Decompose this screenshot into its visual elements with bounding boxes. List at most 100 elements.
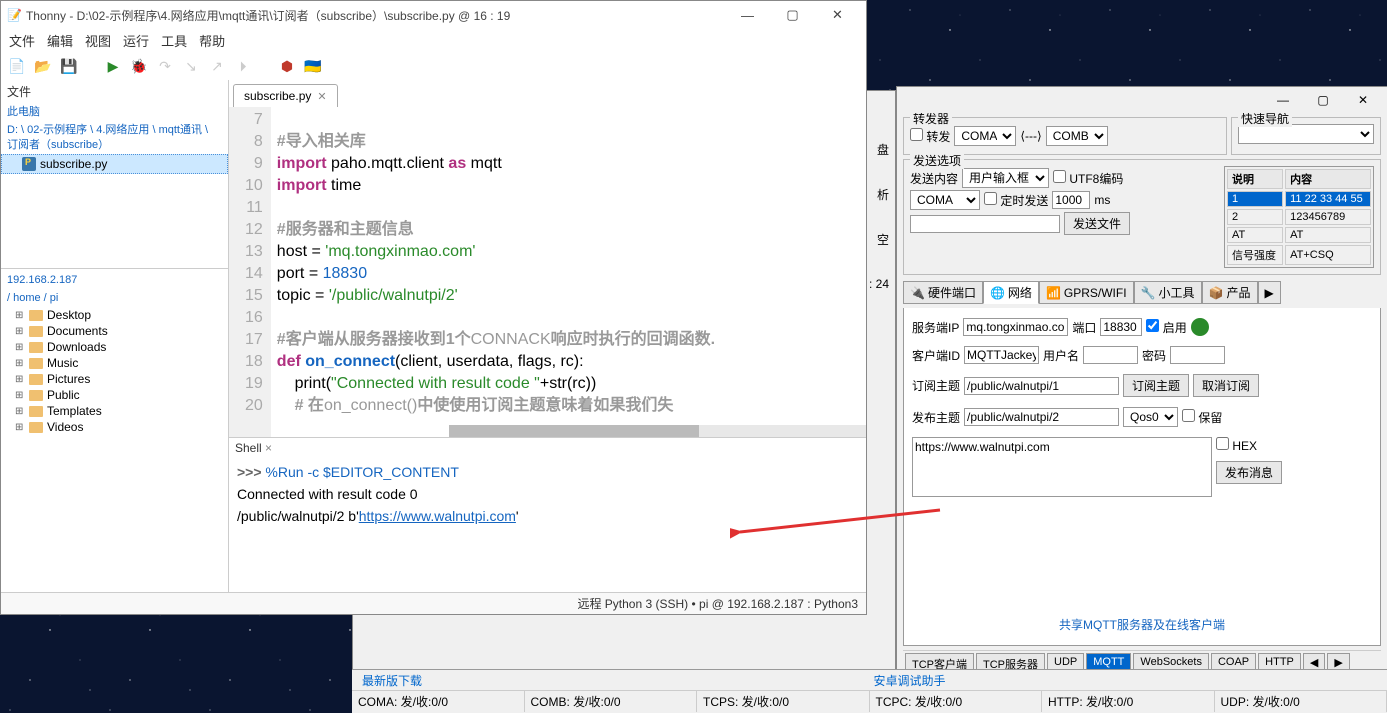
client-id-label: 客户端ID — [912, 347, 960, 364]
unsubscribe-button[interactable]: 取消订阅 — [1193, 374, 1259, 397]
tab-product[interactable]: 📦产品 — [1202, 281, 1258, 304]
hex-checkbox[interactable]: HEX — [1216, 437, 1282, 453]
utf8-checkbox[interactable]: UTF8编码 — [1053, 170, 1123, 187]
sub-topic-label: 订阅主题 — [912, 377, 960, 394]
message-textarea[interactable] — [912, 437, 1212, 497]
step-over-icon[interactable]: ↷ — [155, 56, 175, 76]
remote-path[interactable]: / home / pi — [1, 289, 228, 307]
shell-output[interactable]: >>> %Run -c $EDITOR_CONTENT Connected wi… — [229, 458, 866, 592]
expander-icon[interactable]: ⊞ — [15, 342, 25, 353]
tab-gprs[interactable]: 📶GPRS/WIFI — [1039, 281, 1134, 304]
new-file-icon[interactable]: 📄 — [7, 56, 27, 76]
tab-close-icon[interactable]: ✕ — [317, 90, 326, 103]
send-file-button[interactable]: 发送文件 — [1064, 212, 1130, 235]
run-icon[interactable]: ▶ — [103, 56, 123, 76]
port-label: 端口 — [1072, 319, 1096, 336]
forward-coma-select[interactable]: COMA — [954, 126, 1016, 146]
step-into-icon[interactable]: ↘ — [181, 56, 201, 76]
username-input[interactable] — [1083, 346, 1138, 364]
status-text[interactable]: 远程 Python 3 (SSH) • pi @ 192.168.2.187 :… — [577, 595, 858, 612]
expander-icon[interactable]: ⊞ — [15, 310, 25, 321]
menu-help[interactable]: 帮助 — [199, 31, 225, 50]
partial-btn-analyze[interactable]: 析 — [877, 186, 889, 203]
partial-btn-empty[interactable]: 空 — [877, 231, 889, 248]
step-out-icon[interactable]: ↗ — [207, 56, 227, 76]
expander-icon[interactable]: ⊞ — [15, 422, 25, 433]
interval-input[interactable] — [1052, 191, 1090, 209]
forward-comb-select[interactable]: COMB — [1046, 126, 1108, 146]
remote-folder-item[interactable]: ⊞Documents — [1, 323, 228, 339]
forward-checkbox[interactable]: 转发 — [910, 128, 950, 145]
expander-icon[interactable]: ⊞ — [15, 358, 25, 369]
menu-run[interactable]: 运行 — [123, 31, 149, 50]
expander-icon[interactable]: ⊞ — [15, 390, 25, 401]
tab-scroll-right[interactable]: ▶ — [1258, 281, 1281, 304]
sub-topic-input[interactable] — [964, 377, 1119, 395]
remote-folder-item[interactable]: ⊞Public — [1, 387, 228, 403]
local-root[interactable]: 此电脑 — [1, 103, 228, 121]
local-path[interactable]: D: \ 02-示例程序 \ 4.网络应用 \ mqtt通讯 \ 订阅者（sub… — [1, 121, 228, 154]
table-row[interactable]: 111 22 33 44 55 — [1227, 191, 1371, 207]
filepath-input[interactable] — [910, 215, 1060, 233]
qos-select[interactable]: Qos0 — [1123, 407, 1178, 427]
tab-hardware[interactable]: 🔌硬件端口 — [903, 281, 983, 304]
send-com-select[interactable]: COMA — [910, 190, 980, 210]
remote-folder-item[interactable]: ⊞Downloads — [1, 339, 228, 355]
remote-folder-item[interactable]: ⊞Desktop — [1, 307, 228, 323]
remote-folder-item[interactable]: ⊞Templates — [1, 403, 228, 419]
debug-icon[interactable]: 🐞 — [129, 56, 149, 76]
rtool-close-button[interactable]: ✕ — [1343, 88, 1383, 112]
table-row[interactable]: ATAT — [1227, 227, 1371, 243]
client-id-input[interactable] — [964, 346, 1039, 364]
preset-table[interactable]: 说明内容 111 22 33 44 55 2123456789 ATAT 信号强… — [1224, 166, 1374, 268]
subscribe-button[interactable]: 订阅主题 — [1123, 374, 1189, 397]
ms-label: ms — [1094, 193, 1110, 207]
android-debug-link[interactable]: 安卓调试助手 — [874, 672, 946, 689]
pub-topic-input[interactable] — [964, 408, 1119, 426]
minimize-button[interactable]: — — [725, 1, 770, 29]
publish-button[interactable]: 发布消息 — [1216, 461, 1282, 484]
save-icon[interactable]: 💾 — [59, 56, 79, 76]
open-icon[interactable]: 📂 — [33, 56, 53, 76]
maximize-button[interactable]: ▢ — [770, 1, 815, 29]
quicknav-select[interactable] — [1238, 124, 1374, 144]
tab-tools[interactable]: 🔧小工具 — [1134, 281, 1202, 304]
remote-folder-item[interactable]: ⊞Pictures — [1, 371, 228, 387]
resume-icon[interactable]: ⏵ — [233, 56, 253, 76]
code-editor[interactable]: 7891011121314151617181920 #导入相关库 import … — [229, 107, 866, 437]
flag-icon[interactable]: 🇺🇦 — [303, 56, 323, 76]
horizontal-scrollbar[interactable] — [449, 425, 866, 437]
tab-network[interactable]: 🌐网络 — [983, 281, 1039, 304]
table-row[interactable]: 2123456789 — [1227, 209, 1371, 225]
local-file-item[interactable]: subscribe.py — [1, 154, 228, 174]
remote-folder-item[interactable]: ⊞Music — [1, 355, 228, 371]
close-button[interactable]: ✕ — [815, 1, 860, 29]
timed-send-checkbox[interactable]: 定时发送 — [984, 192, 1048, 209]
mqtt-tool-window: — ▢ ✕ 转发器 转发 COMA ⟨---⟩ COMB 快速导航 发送选项 — [896, 86, 1387, 682]
menu-file[interactable]: 文件 — [9, 31, 35, 50]
stop-icon[interactable]: ⬢ — [277, 56, 297, 76]
expander-icon[interactable]: ⊞ — [15, 326, 25, 337]
menu-view[interactable]: 视图 — [85, 31, 111, 50]
send-content-select[interactable]: 用户输入框 — [962, 168, 1049, 188]
partial-btn-disk[interactable]: 盘 — [877, 141, 889, 158]
table-row[interactable]: 信号强度AT+CSQ — [1227, 245, 1371, 265]
remote-host[interactable]: 192.168.2.187 — [1, 269, 228, 289]
shell-url-link[interactable]: https://www.walnutpi.com — [359, 508, 516, 524]
expander-icon[interactable]: ⊞ — [15, 374, 25, 385]
remote-folder-item[interactable]: ⊞Videos — [1, 419, 228, 435]
menu-edit[interactable]: 编辑 — [47, 31, 73, 50]
rtool-minimize-button[interactable]: — — [1263, 88, 1303, 112]
enable-checkbox[interactable]: 启用 — [1146, 319, 1186, 336]
password-input[interactable] — [1170, 346, 1225, 364]
download-link[interactable]: 最新版下载 — [352, 672, 432, 689]
port-input[interactable] — [1100, 318, 1142, 336]
rtool-maximize-button[interactable]: ▢ — [1303, 88, 1343, 112]
code-text[interactable]: #导入相关库 import paho.mqtt.client as mqtt i… — [271, 107, 721, 437]
editor-tab[interactable]: subscribe.py✕ — [233, 84, 338, 107]
retain-checkbox[interactable]: 保留 — [1182, 409, 1222, 426]
menu-tools[interactable]: 工具 — [161, 31, 187, 50]
share-mqtt-link[interactable]: 共享MQTT服务器及在线客户端 — [912, 612, 1372, 637]
server-ip-input[interactable] — [963, 318, 1068, 336]
expander-icon[interactable]: ⊞ — [15, 406, 25, 417]
